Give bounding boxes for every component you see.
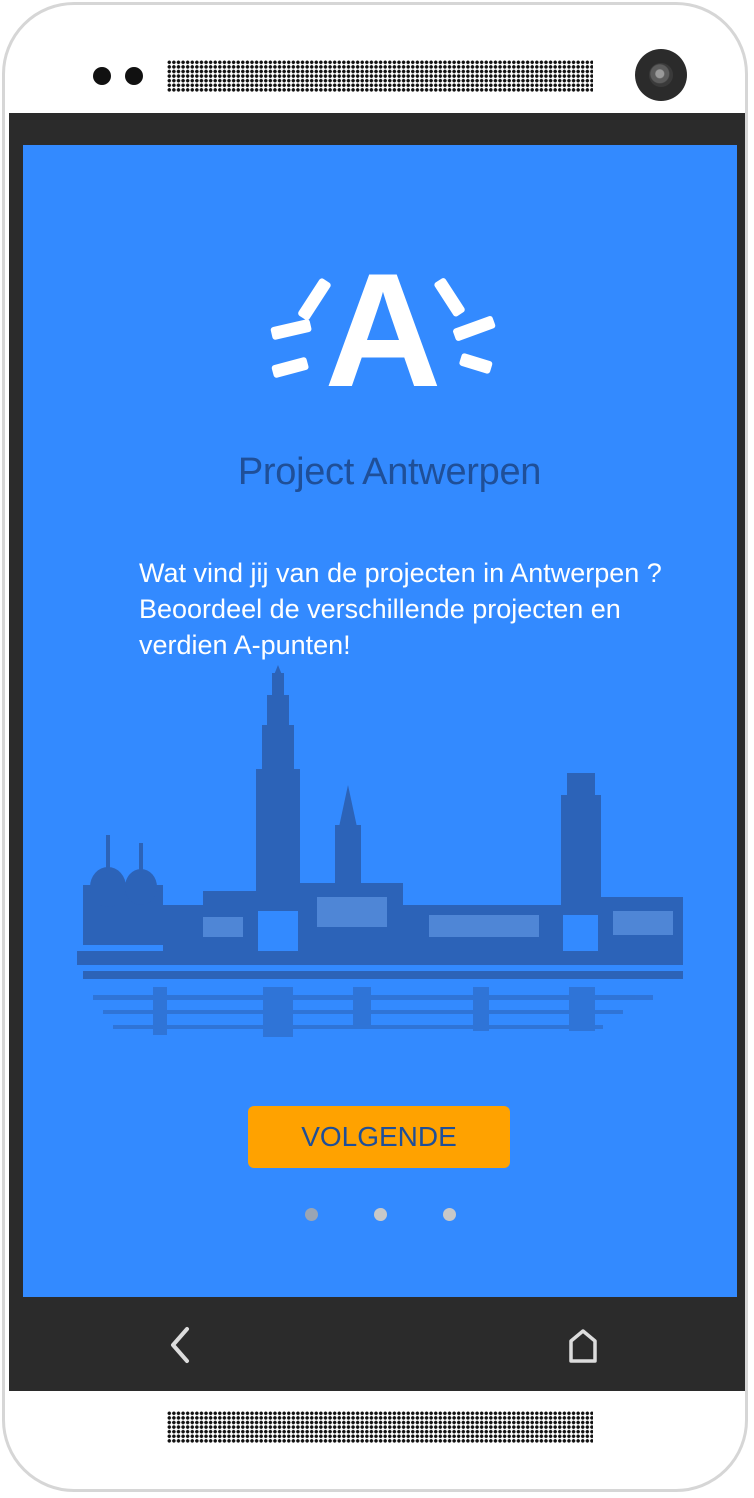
page-title: Project Antwerpen xyxy=(237,451,542,493)
bottom-speaker xyxy=(167,1411,593,1443)
antwerp-skyline-illustration xyxy=(77,665,683,1037)
next-button[interactable]: VOLGENDE xyxy=(248,1106,510,1168)
page-indicator xyxy=(23,1208,737,1222)
home-icon[interactable] xyxy=(565,1327,601,1363)
antwerpen-logo: A xyxy=(270,251,496,391)
phone-frame: A Project Antwerpen Wat vind jij van de … xyxy=(2,2,748,1492)
display-bezel: A Project Antwerpen Wat vind jij van de … xyxy=(9,113,745,1391)
chevron-left-icon[interactable] xyxy=(165,1325,195,1365)
intro-text: Wat vind jij van de projecten in Antwerp… xyxy=(139,558,662,660)
front-camera xyxy=(635,49,687,101)
onboarding-screen: A Project Antwerpen Wat vind jij van de … xyxy=(23,145,737,1297)
front-sensors xyxy=(93,67,145,87)
page-dot-2[interactable] xyxy=(374,1208,387,1221)
logo-letter: A xyxy=(325,251,442,391)
earpiece-speaker xyxy=(167,60,593,92)
page-dot-3[interactable] xyxy=(443,1208,456,1221)
page-dot-1[interactable] xyxy=(305,1208,318,1221)
